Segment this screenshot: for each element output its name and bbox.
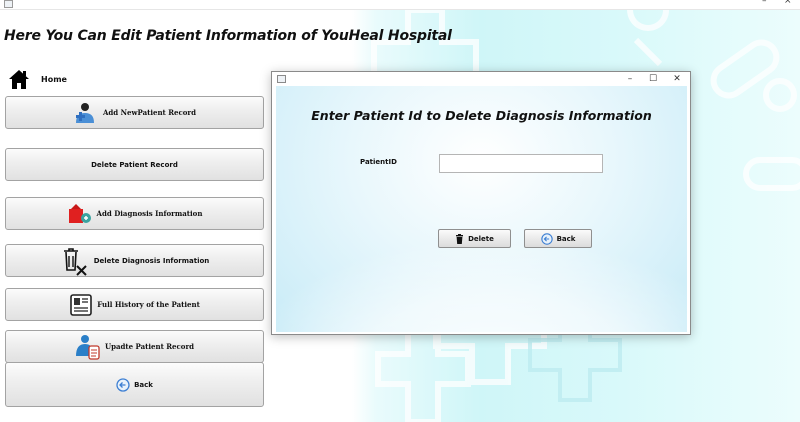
update-patient-record-button[interactable]: Upadte Patient Record — [5, 330, 264, 363]
delete-diagnosis-dialog: – ☐ ✕ Enter Patient Id to Delete Diagnos… — [271, 71, 691, 335]
maximize-icon[interactable]: ☐ — [642, 72, 664, 86]
add-new-patient-record-button[interactable]: Add NewPatient Record — [5, 96, 264, 129]
app-icon — [4, 0, 13, 8]
dialog-heading: Enter Patient Id to Delete Diagnosis Inf… — [311, 108, 652, 123]
add-diagnosis-information-button[interactable]: Add Diagnosis Information — [5, 197, 264, 230]
sidebar-button-label: Back — [134, 380, 153, 389]
patient-id-label: PatientID — [360, 158, 397, 166]
back-sidebar-button[interactable]: Back — [5, 362, 264, 407]
close-icon[interactable]: ✕ — [666, 72, 688, 86]
dialog-content: Enter Patient Id to Delete Diagnosis Inf… — [276, 86, 687, 332]
delete-patient-record-button[interactable]: Delete Patient Record — [5, 148, 264, 181]
patient-card-icon — [70, 293, 92, 316]
sidebar-button-label: Delete Diagnosis Information — [93, 256, 210, 265]
back-arrow-icon — [116, 377, 130, 392]
delete-button[interactable]: Delete — [438, 229, 511, 248]
trash-icon — [456, 233, 464, 244]
back-button[interactable]: Back — [524, 229, 592, 248]
minimize-icon[interactable]: – — [762, 0, 767, 6]
decorative-swoosh — [276, 236, 687, 332]
back-arrow-icon — [540, 232, 553, 245]
sidebar-button-label: Add NewPatient Record — [102, 108, 197, 117]
home-label: Home — [41, 75, 67, 84]
sidebar-button-label: Add Diagnosis Information — [96, 209, 203, 218]
sidebar-button-label: Upadte Patient Record — [104, 342, 195, 351]
home-icon — [9, 70, 29, 89]
minimize-icon[interactable]: – — [619, 72, 641, 86]
home-nav[interactable]: Home — [4, 62, 265, 98]
back-button-label: Back — [556, 234, 576, 243]
delete-button-label: Delete — [468, 234, 494, 243]
update-patient-icon — [75, 334, 100, 360]
full-history-button[interactable]: Full History of the Patient — [5, 288, 264, 321]
add-patient-icon — [75, 102, 94, 123]
close-icon[interactable]: × — [784, 0, 792, 6]
sidebar-button-label: Full History of the Patient — [97, 300, 200, 309]
page-title: Here You Can Edit Patient Information of… — [4, 28, 452, 44]
delete-bin-icon — [63, 247, 87, 276]
add-diagnosis-icon — [68, 203, 91, 223]
sidebar-button-label: Delete Patient Record — [91, 160, 178, 169]
patient-id-input[interactable] — [439, 154, 603, 173]
app-icon — [277, 75, 286, 83]
delete-diagnosis-information-button[interactable]: Delete Diagnosis Information — [5, 244, 264, 277]
dialog-titlebar: – ☐ ✕ — [272, 72, 690, 86]
outer-window-titlebar: – × — [0, 0, 800, 10]
